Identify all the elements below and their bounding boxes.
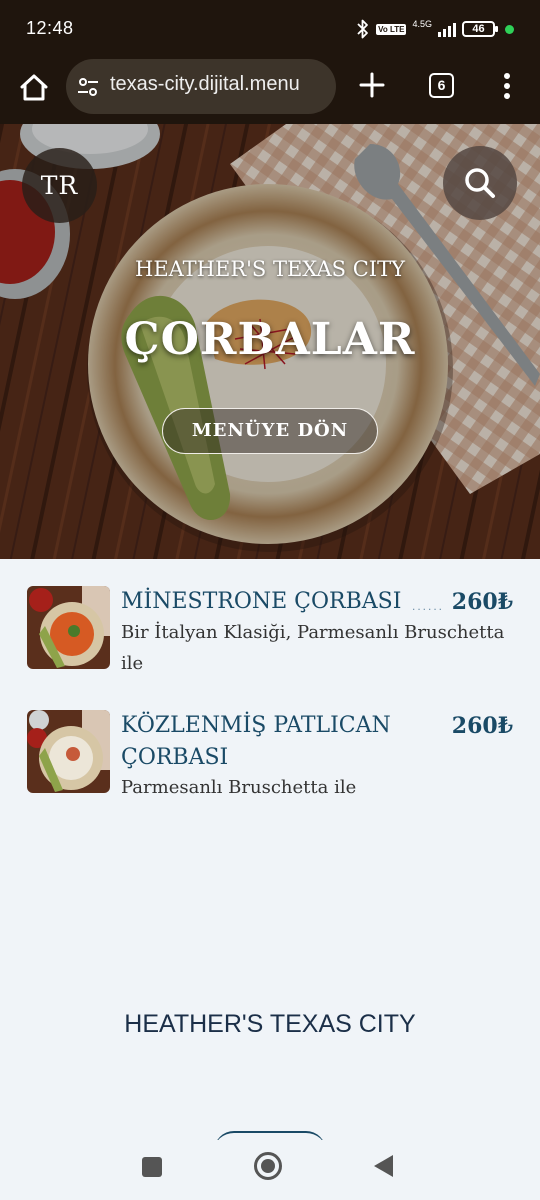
item-name: KÖZLENMİŞ PATLICAN ÇORBASI <box>121 710 391 774</box>
item-description: Bir İtalyan Klasiği, Parmesanlı Bruschet… <box>121 617 511 679</box>
new-tab-icon[interactable] <box>356 68 388 102</box>
menu-item[interactable]: KÖZLENMİŞ PATLICAN ÇORBASI 260₺ Parmesan… <box>0 683 540 803</box>
address-bar[interactable]: texas-city.dijital.menu <box>66 59 336 114</box>
volte-badge: Vo LTE <box>376 23 407 35</box>
search-button[interactable] <box>443 146 517 220</box>
signal-icon <box>438 21 456 37</box>
restaurant-name: HEATHER'S TEXAS CITY <box>135 257 405 281</box>
minestrone-thumbnail[interactable] <box>27 586 110 669</box>
bluetooth-icon <box>357 19 369 39</box>
more-options-icon[interactable] <box>495 70 519 102</box>
description-line: ile <box>121 653 144 674</box>
hero-banner: TR HEATHER'S TEXAS CITY ÇORBALAR MENÜYE … <box>0 124 540 559</box>
eggplant-soup-thumbnail[interactable] <box>27 710 110 793</box>
item-name-line: ÇORBASI <box>121 745 229 770</box>
search-icon <box>465 168 495 198</box>
tab-switcher-button[interactable]: 6 <box>429 73 454 98</box>
status-bar: 12:48 Vo LTE 4.5G 46 <box>0 0 540 58</box>
price-leader-dots: ...... <box>412 599 445 613</box>
back-to-menu-button[interactable]: MENÜYE DÖN <box>162 408 378 454</box>
battery-icon: 46 <box>462 21 498 37</box>
privacy-indicator-dot <box>505 24 514 34</box>
item-price: 260₺ <box>451 589 513 615</box>
description-line: Bir İtalyan Klasiği, Parmesanlı Bruschet… <box>121 622 505 643</box>
url-text[interactable]: texas-city.dijital.menu <box>110 73 300 96</box>
recent-apps-icon[interactable] <box>142 1157 162 1177</box>
status-icons: Vo LTE 4.5G 46 <box>356 18 514 40</box>
browser-toolbar: texas-city.dijital.menu 6 <box>0 58 540 124</box>
home-icon[interactable] <box>254 1152 282 1180</box>
item-name: MİNESTRONE ÇORBASI <box>121 589 402 614</box>
footer-restaurant-name: HEATHER'S TEXAS CITY <box>124 1010 416 1038</box>
site-settings-icon[interactable] <box>76 75 100 99</box>
item-name-line: KÖZLENMİŞ PATLICAN <box>121 713 391 738</box>
category-title: ÇORBALAR <box>124 314 416 365</box>
network-type: 4.5G <box>412 18 432 29</box>
language-button[interactable]: TR <box>22 148 97 223</box>
item-price: 260₺ <box>451 713 513 739</box>
battery-level: 46 <box>472 23 485 35</box>
item-description: Parmesanlı Bruschetta ile <box>121 772 511 803</box>
menu-item[interactable]: MİNESTRONE ÇORBASI ...... 260₺ Bir İtaly… <box>0 559 540 679</box>
back-icon[interactable] <box>374 1155 393 1177</box>
system-nav-bar <box>0 1140 540 1200</box>
description-line: Parmesanlı Bruschetta ile <box>121 777 357 798</box>
tab-count: 6 <box>437 77 446 93</box>
status-time: 12:48 <box>26 18 74 38</box>
home-icon[interactable] <box>14 68 54 108</box>
